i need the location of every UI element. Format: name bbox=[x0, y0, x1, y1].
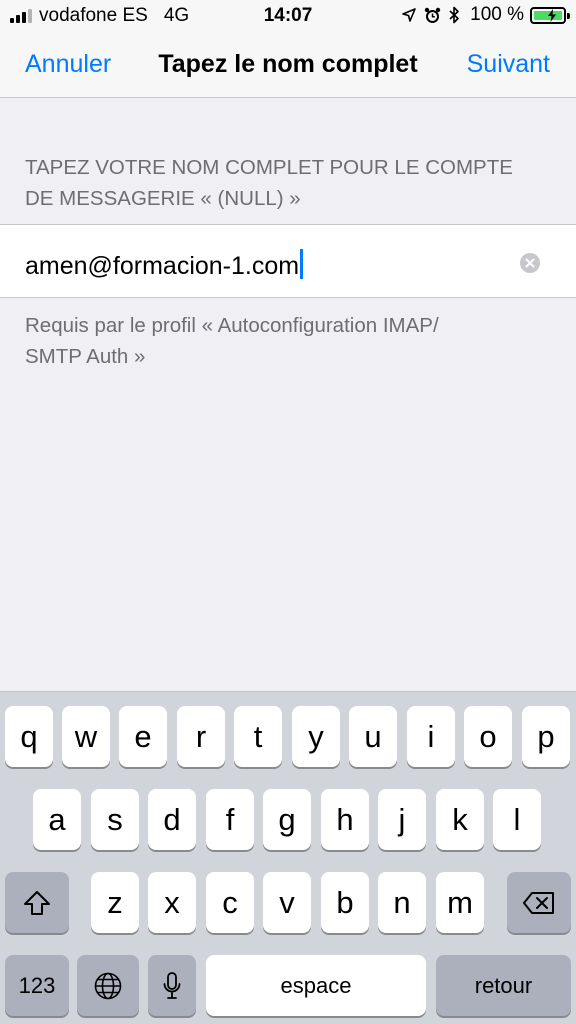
key-x[interactable]: x bbox=[148, 872, 196, 933]
section-footer-line2: SMTP Auth » bbox=[25, 345, 146, 368]
key-s[interactable]: s bbox=[91, 789, 139, 850]
key-z[interactable]: z bbox=[91, 872, 139, 933]
key-l[interactable]: l bbox=[493, 789, 541, 850]
charging-bolt-icon bbox=[548, 8, 556, 22]
location-arrow-icon bbox=[402, 8, 416, 22]
numbers-key[interactable]: 123 bbox=[5, 955, 69, 1016]
return-key[interactable]: retour bbox=[436, 955, 571, 1016]
key-j[interactable]: j bbox=[378, 789, 426, 850]
key-n[interactable]: n bbox=[378, 872, 426, 933]
battery-percent: 100 % bbox=[470, 4, 524, 25]
key-m[interactable]: m bbox=[436, 872, 484, 933]
section-header-line1: TAPEZ VOTRE NOM COMPLET POUR LE COMPTE bbox=[25, 156, 513, 179]
keyboard: q w e r t y u i o p a s d f g h j k l z … bbox=[0, 691, 576, 1024]
next-button[interactable]: Suivant bbox=[467, 50, 550, 79]
full-name-input[interactable]: amen@formacion-1.com bbox=[25, 249, 304, 281]
full-name-value: amen@formacion-1.com bbox=[25, 252, 300, 280]
key-g[interactable]: g bbox=[263, 789, 311, 850]
status-right: 100 % bbox=[394, 4, 570, 26]
key-i[interactable]: i bbox=[407, 706, 455, 767]
bluetooth-icon bbox=[449, 6, 459, 24]
section-header-line2: DE MESSAGERIE « (NULL) » bbox=[25, 187, 301, 210]
key-b[interactable]: b bbox=[321, 872, 369, 933]
key-c[interactable]: c bbox=[206, 872, 254, 933]
key-f[interactable]: f bbox=[206, 789, 254, 850]
key-a[interactable]: a bbox=[33, 789, 81, 850]
key-o[interactable]: o bbox=[464, 706, 512, 767]
alarm-icon bbox=[424, 7, 441, 23]
key-y[interactable]: y bbox=[292, 706, 340, 767]
key-d[interactable]: d bbox=[148, 789, 196, 850]
section-header: TAPEZ VOTRE NOM COMPLET POUR LE COMPTE D… bbox=[25, 152, 555, 214]
key-u[interactable]: u bbox=[349, 706, 397, 767]
key-t[interactable]: t bbox=[234, 706, 282, 767]
text-caret bbox=[300, 249, 304, 279]
key-w[interactable]: w bbox=[62, 706, 110, 767]
status-bar: vodafone ES 4G 14:07 100 % bbox=[0, 0, 576, 32]
microphone-key[interactable] bbox=[148, 955, 196, 1016]
key-e[interactable]: e bbox=[119, 706, 167, 767]
shift-key[interactable] bbox=[5, 872, 69, 933]
microphone-icon bbox=[163, 971, 181, 999]
space-key[interactable]: espace bbox=[206, 955, 426, 1016]
section-footer: Requis par le profil « Autoconfiguration… bbox=[25, 310, 555, 372]
clear-text-button[interactable] bbox=[520, 253, 540, 273]
navigation-bar: Annuler Tapez le nom complet Suivant bbox=[0, 32, 576, 98]
key-k[interactable]: k bbox=[436, 789, 484, 850]
delete-key[interactable] bbox=[507, 872, 571, 933]
full-name-field[interactable]: amen@formacion-1.com bbox=[0, 224, 576, 298]
globe-key[interactable] bbox=[77, 955, 139, 1016]
key-r[interactable]: r bbox=[177, 706, 225, 767]
delete-icon bbox=[523, 891, 554, 914]
battery-icon bbox=[530, 6, 570, 24]
key-v[interactable]: v bbox=[263, 872, 311, 933]
globe-icon bbox=[94, 972, 122, 999]
key-q[interactable]: q bbox=[5, 706, 53, 767]
shift-icon bbox=[24, 890, 50, 915]
clear-x-icon bbox=[525, 258, 535, 268]
section-footer-line1: Requis par le profil « Autoconfiguration… bbox=[25, 314, 439, 337]
key-p[interactable]: p bbox=[522, 706, 570, 767]
key-h[interactable]: h bbox=[321, 789, 369, 850]
screen: vodafone ES 4G 14:07 100 % Annuler Tapez… bbox=[0, 0, 576, 1024]
